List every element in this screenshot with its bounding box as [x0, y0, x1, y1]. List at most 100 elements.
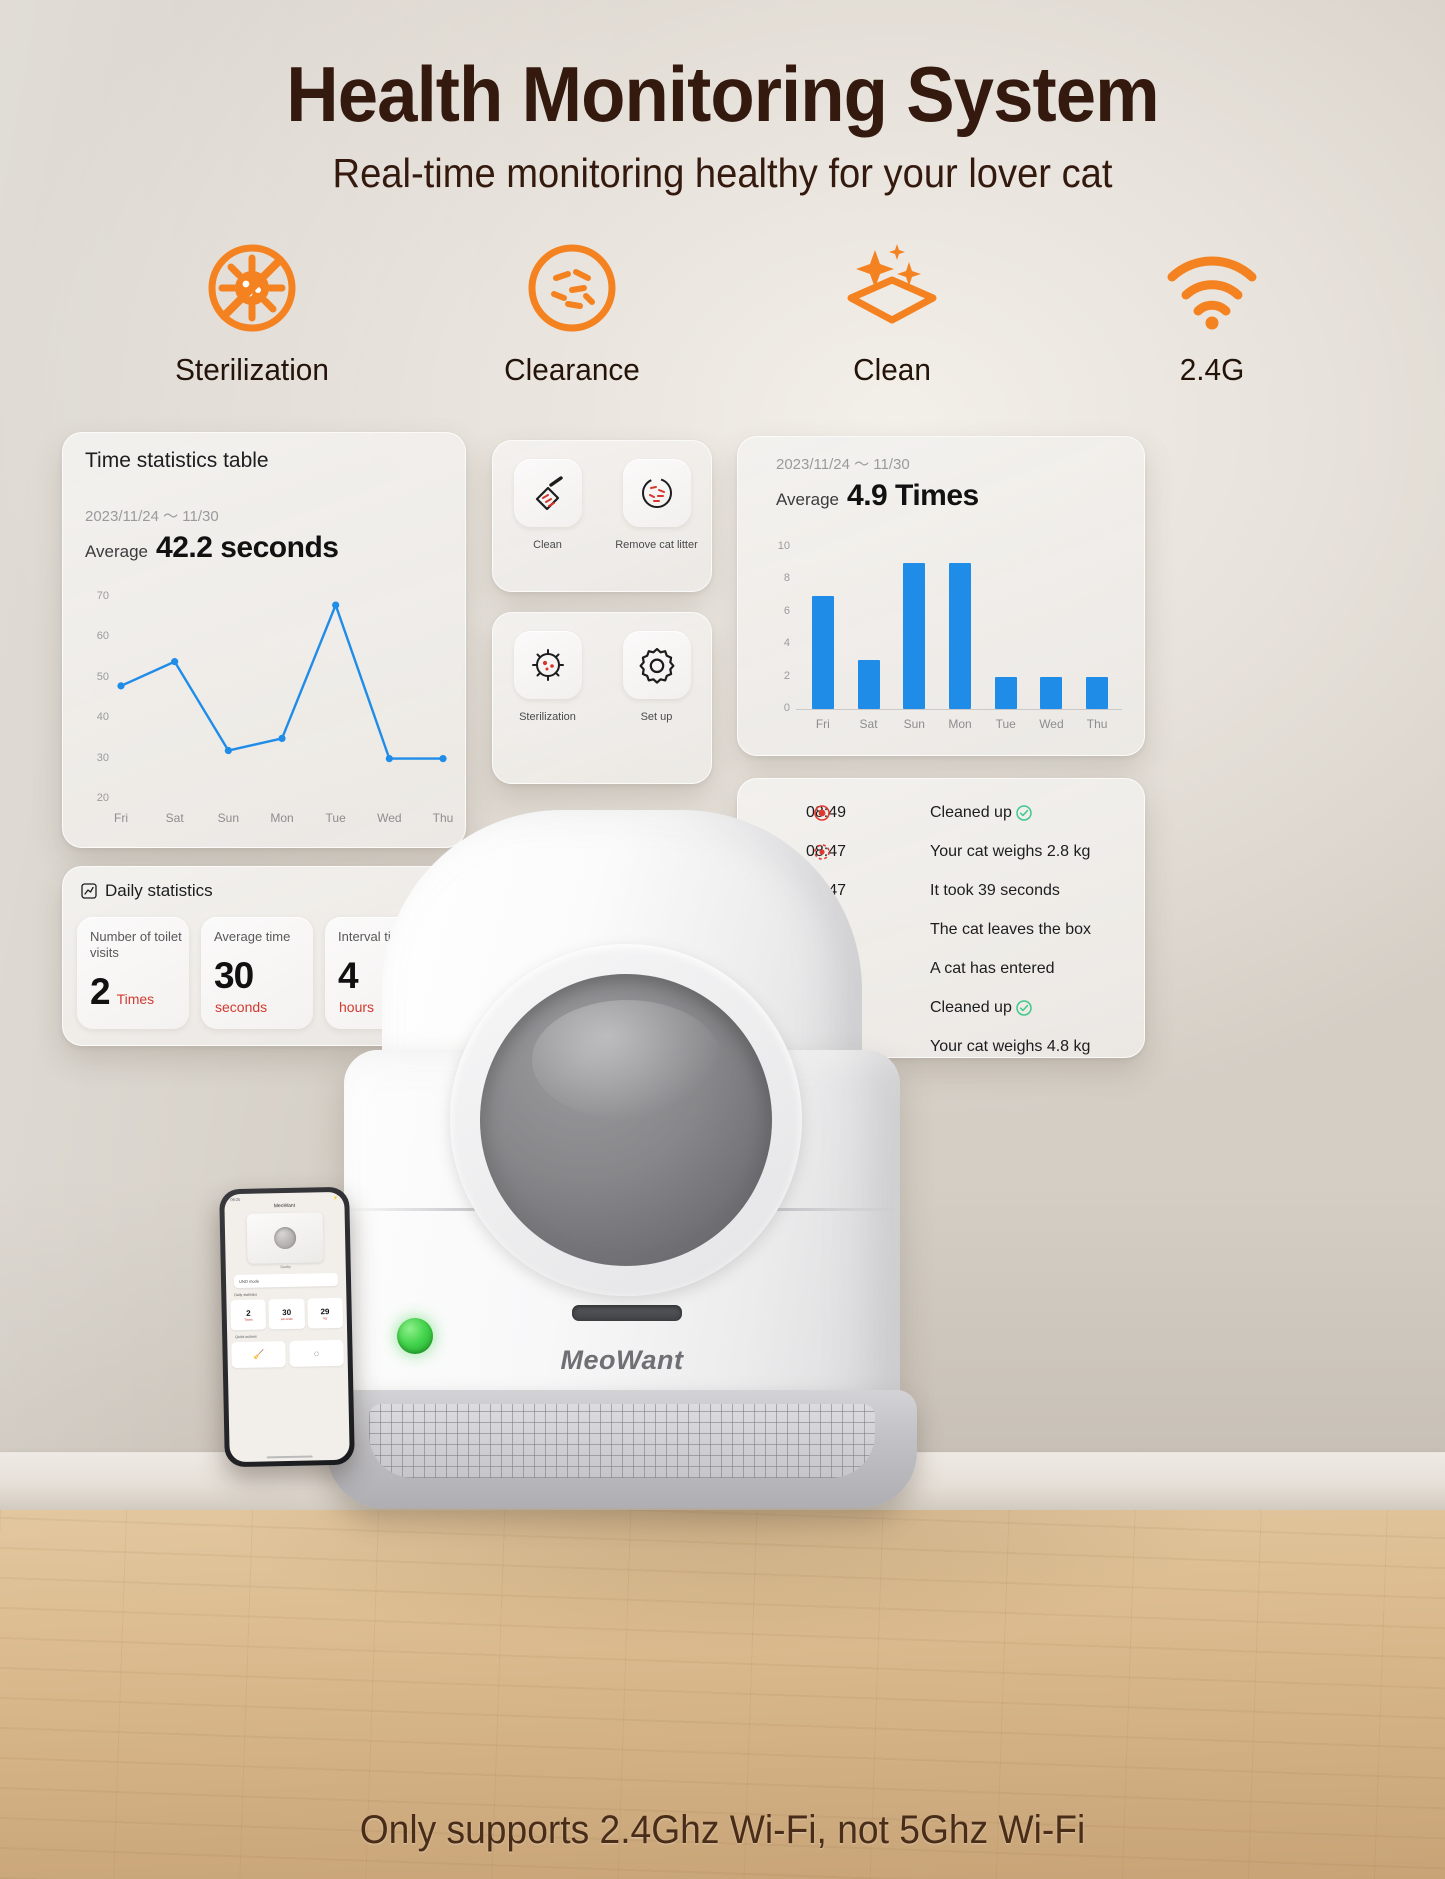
phone-stat-tiles: 2 Times 30 seconds 29 kg [230, 1297, 344, 1331]
litter-box-product: MeoWant [322, 810, 922, 1510]
phone-screen: 09:25 ⚡ MeoWant Danby UNO mode Daily sta… [224, 1191, 350, 1463]
gear-icon [622, 631, 691, 699]
feature-label: Sterilization [175, 352, 329, 387]
phone-dish-icon[interactable]: ◌ [289, 1339, 344, 1367]
card-title: Time statistics table [85, 449, 269, 472]
phone-section-actions: Quick actions [235, 1334, 257, 1340]
litter-box-vent-slot [572, 1305, 682, 1321]
feature-wifi: 2.4G [1072, 236, 1352, 388]
average-value: 4.9 Times [847, 479, 979, 512]
page-title: Health Monitoring System [286, 50, 1159, 138]
stat-value: 30 [214, 955, 254, 996]
stat-unit: Times [116, 991, 155, 1007]
stat-value: 2 [90, 971, 111, 1012]
daily-statistics-heading: Daily statistics [81, 881, 213, 901]
frequency-bar-chart: 0 2 4 6 8 10 Fri Sat Sun Mon Tue Wed Thu [760, 540, 1128, 737]
phone-stat-unit: seconds [280, 1316, 293, 1321]
average-row: Average 42.2 seconds [85, 531, 339, 565]
phone-camera-preview [246, 1212, 324, 1264]
event-description: Cleaned up [930, 804, 1032, 822]
phone-home-indicator [266, 1455, 313, 1459]
time-statistics-card: Time statistics table 2023/11/24 ～ 11/30… [62, 432, 466, 848]
bar [857, 660, 880, 709]
actions-card-secondary: Sterilization Set up [492, 612, 712, 784]
phone-app-title: MeoWant [273, 1202, 296, 1210]
tray-mesh [369, 1404, 875, 1478]
x-axis-tick: Wed [1039, 717, 1064, 731]
x-axis-tick: Fri [114, 811, 128, 825]
x-axis-tick: Mon [270, 811, 294, 825]
action-setup[interactable]: Set up [602, 613, 711, 783]
feature-label: Clearance [504, 352, 640, 387]
daily-statistics-label: Daily statistics [105, 881, 213, 900]
x-axis-tick: Tue [995, 717, 1016, 731]
action-remove-cat-litter[interactable]: Remove cat litter [602, 441, 711, 591]
stat-caption: Number of toilet visits [90, 929, 182, 960]
x-axis-line [796, 709, 1122, 710]
bar [903, 563, 926, 709]
x-axis-tick: Mon [948, 717, 972, 731]
daily-stat-tile: Average time 30 seconds [201, 917, 313, 1029]
action-label: Remove cat litter [615, 539, 698, 551]
litter-box-door-opening [480, 974, 772, 1266]
phone-stat-value: 30 [282, 1307, 292, 1317]
event-description: Cleaned up [930, 999, 1032, 1017]
frequency-statistics-card: 2023/11/24 ～ 11/30 Average 4.9 Times 0 2 4… [737, 436, 1145, 756]
event-description: A cat has entered [930, 959, 1055, 977]
brush-icon [513, 459, 582, 527]
line-series [117, 601, 447, 763]
y-axis-tick: 2 [783, 669, 790, 682]
feature-label: 2.4G [1179, 352, 1245, 387]
phone-stat-value: 29 [320, 1306, 330, 1316]
stat-value-row: 30 [214, 955, 313, 997]
feature-icon-row: Sterilization Clearance Clean 2.4G [112, 236, 1352, 406]
phone-status-bar: 09:25 ⚡ [224, 1192, 344, 1203]
germ-gear-icon [513, 631, 582, 699]
litter-box-tray [327, 1390, 917, 1508]
action-sterilization[interactable]: Sterilization [493, 613, 602, 783]
phone-brush-icon[interactable]: 🧹 [231, 1341, 286, 1369]
average-label: Average [85, 542, 149, 561]
action-clean[interactable]: Clean [493, 441, 602, 591]
virus-block-icon [112, 236, 392, 340]
check-circle-icon [1016, 804, 1032, 821]
stat-value-row: 2 Times [90, 971, 189, 1013]
event-description: It took 39 seconds [930, 881, 1060, 899]
chart-box-icon [81, 883, 97, 899]
petri-dish-icon [622, 459, 691, 527]
time-line-chart: 20 30 40 50 60 70 Fri Sat Sun Mon Tue Wed Thu [77, 587, 454, 835]
litter-box-door [450, 944, 802, 1296]
bar [1040, 676, 1063, 709]
check-circle-icon [1016, 999, 1032, 1016]
x-axis-tick: Sat [859, 717, 878, 731]
x-axis-tick: Sun [903, 717, 925, 731]
x-axis-tick: Sat [165, 811, 184, 825]
phone-status-battery: ⚡ [333, 1194, 339, 1201]
stat-unit: seconds [215, 999, 268, 1015]
average-row: Average 4.9 Times [776, 479, 979, 513]
x-axis-tick: Fri [815, 717, 830, 731]
phone-status-time: 09:25 [230, 1196, 241, 1203]
status-led-indicator [397, 1318, 433, 1354]
wifi-support-caption: Only supports 2.4Ghz Wi-Fi, not 5Ghz Wi-… [359, 1808, 1086, 1852]
phone-mode-label: UNO mode [238, 1278, 260, 1284]
date-range-label: 2023/11/24 ～ 11/30 [85, 508, 219, 525]
petri-dish-icon [432, 236, 712, 340]
date-range-label: 2023/11/24 ～ 11/30 [776, 456, 910, 473]
event-description: Your cat weighs 4.8 kg [930, 1037, 1091, 1055]
phone-stat-unit: kg [323, 1315, 327, 1320]
event-description: The cat leaves the box [930, 920, 1091, 938]
bar [811, 595, 834, 709]
action-label: Set up [640, 711, 673, 723]
phone-stat-unit: Times [244, 1317, 253, 1322]
feature-sterilization: Sterilization [112, 236, 392, 388]
phone-mockup: 09:25 ⚡ MeoWant Danby UNO mode Daily sta… [219, 1186, 355, 1468]
bar [949, 563, 971, 709]
phone-stat-value: 2 [246, 1308, 251, 1318]
action-label: Sterilization [519, 711, 576, 723]
page-subtitle: Real-time monitoring healthy for your lo… [332, 150, 1113, 196]
action-label: Clean [533, 539, 562, 551]
x-axis-tick: Sun [217, 811, 239, 825]
actions-card-primary: Clean Remove cat litter [492, 440, 712, 592]
phone-mode-row[interactable]: UNO mode [233, 1272, 339, 1289]
